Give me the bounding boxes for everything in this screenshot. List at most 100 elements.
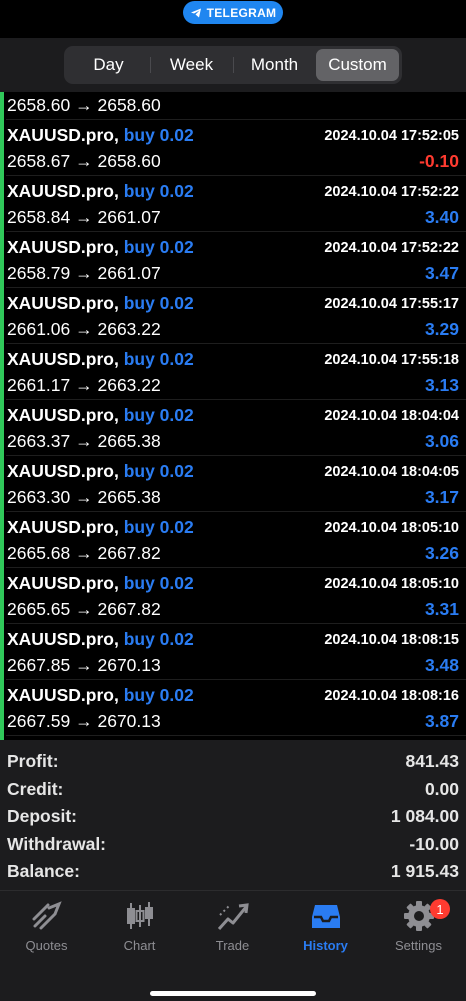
deal-prices: 2658.60 → 2658.60 [7,95,161,115]
tab-label: Trade [215,938,250,953]
home-indicator[interactable] [150,991,316,996]
trade-line-icon [217,903,249,931]
deal-profit: 3.29 [424,319,459,339]
deal-prices: 2667.59 → 2670.13 [7,711,161,731]
deal-symbol-name: XAUUSD.pro, [7,517,119,537]
deal-prices: 2661.06 → 2663.22 [7,319,161,339]
deal-side: buy 0.02 [123,629,194,649]
divider [6,735,466,736]
deal-profit: 3.26 [424,543,459,563]
deal-side: buy 0.02 [123,405,194,425]
list-item[interactable]: XAUUSD.pro, buy 0.02 2024.10.04 17:55:18 2… [0,344,466,400]
total-label: Withdrawal: [7,833,107,854]
deal-symbol-name: XAUUSD.pro, [7,629,119,649]
total-label: Balance: [7,861,80,881]
tab-label: Chart [123,938,156,953]
period-selector-bar: Day Week Month Custom [0,38,466,92]
deal-prices: 2658.84 → 2661.07 [7,207,161,227]
deal-prices: 2667.85 → 2670.13 [7,655,161,675]
deal-time: 2024.10.04 18:08:15 [324,632,459,648]
list-item[interactable]: XAUUSD.pro, buy 0.02 2024.10.04 18:04:04 2… [0,400,466,456]
total-value: -10.00 [409,833,459,854]
list-item[interactable]: XAUUSD.pro, buy 0.02 2024.10.04 17:52:22 2… [0,232,466,288]
deal-symbol: XAUUSD.pro, buy 0.02 [7,181,194,202]
deal-side: buy 0.02 [123,181,194,201]
deals-list[interactable]: 2658.60 → 2658.60 XAUUSD.pro, buy 0.02 20… [0,92,466,740]
deal-symbol: XAUUSD.pro, buy 0.02 [7,461,194,482]
deal-symbol-name: XAUUSD.pro, [7,573,119,593]
deal-time: 2024.10.04 18:05:10 [324,520,459,536]
total-value: 1 915.43 [390,861,459,881]
deal-symbol-name: XAUUSD.pro, [7,349,119,369]
deal-time: 2024.10.04 17:52:05 [324,128,459,144]
deal-time: 2024.10.04 18:08:16 [324,688,459,704]
deal-time: 2024.10.04 18:04:05 [324,464,459,480]
list-item[interactable]: XAUUSD.pro, buy 0.02 2024.10.04 18:05:10 2… [0,568,466,624]
deal-side: buy 0.02 [123,349,194,369]
total-value: 0.00 [424,778,459,799]
total-row: Profit: 841.43 [0,748,466,775]
list-item-partial[interactable]: 2658.60 → 2658.60 [0,92,466,120]
tab-month[interactable]: Month [233,49,316,81]
deal-symbol: XAUUSD.pro, buy 0.02 [7,517,194,538]
deal-symbol-name: XAUUSD.pro, [7,237,119,257]
deal-side: buy 0.02 [123,237,194,257]
deal-symbol: XAUUSD.pro, buy 0.02 [7,349,194,370]
tab-chart[interactable]: Chart [93,895,186,955]
total-value: 1 084.00 [390,806,459,826]
deal-profit: 3.31 [424,599,459,619]
total-row: Balance: 1 915.43 [0,858,466,885]
deal-symbol-name: XAUUSD.pro, [7,405,119,425]
deal-prices: 2663.30 → 2665.38 [7,487,161,507]
deal-profit: 3.17 [424,487,459,507]
tab-day[interactable]: Day [67,49,150,81]
quotes-icon [32,901,62,930]
notification-badge: 1 [430,899,450,919]
deal-profit: 3.48 [424,655,459,675]
deal-symbol: XAUUSD.pro, buy 0.02 [7,573,194,594]
tab-trade[interactable]: Trade [186,895,279,955]
deal-prices: 2661.17 → 2663.22 [7,375,161,395]
tab-week[interactable]: Week [150,49,233,81]
tab-label: Quotes [25,938,68,953]
deal-symbol-name: XAUUSD.pro, [7,685,119,705]
tab-custom[interactable]: Custom [316,49,399,81]
period-selector: Day Week Month Custom [64,46,402,84]
tab-quotes[interactable]: Quotes [0,895,93,955]
total-row: Credit: 0.00 [0,776,466,803]
deal-profit: 3.87 [424,711,459,731]
total-label: Deposit: [7,806,77,826]
list-item[interactable]: XAUUSD.pro, buy 0.02 2024.10.04 17:52:22 2… [0,176,466,232]
total-row: Withdrawal: -10.00 [0,831,466,858]
deal-side: buy 0.02 [123,461,194,481]
total-value: 841.43 [405,751,459,771]
telegram-button[interactable]: TELEGRAM [183,1,283,24]
deal-symbol: XAUUSD.pro, buy 0.02 [7,237,194,258]
deal-side: buy 0.02 [123,125,194,145]
deal-prices: 2665.68 → 2667.82 [7,543,161,563]
list-item[interactable]: XAUUSD.pro, buy 0.02 2024.10.04 18:05:10 2… [0,512,466,568]
tab-label: Settings [395,938,442,953]
deal-time: 2024.10.04 17:52:22 [324,184,459,200]
deal-profit: 3.06 [424,431,459,451]
deal-profit: 3.40 [424,207,459,227]
list-item[interactable]: XAUUSD.pro, buy 0.02 2024.10.04 18:04:05 2… [0,456,466,512]
deal-symbol: XAUUSD.pro, buy 0.02 [7,685,194,706]
list-item[interactable]: XAUUSD.pro, buy 0.02 2024.10.04 17:55:17 2… [0,288,466,344]
tab-settings[interactable]: Settings 1 [372,895,465,955]
deal-side: buy 0.02 [123,685,194,705]
list-item[interactable]: XAUUSD.pro, buy 0.02 2024.10.04 17:52:05 2… [0,120,466,176]
tab-history[interactable]: History [279,895,372,955]
deal-profit: -0.10 [419,151,459,171]
deal-profit: 3.13 [424,375,459,395]
deal-prices: 2658.79 → 2661.07 [7,263,161,283]
list-item[interactable]: XAUUSD.pro, buy 0.02 2024.10.04 18:08:16 2… [0,680,466,736]
deal-time: 2024.10.04 17:55:18 [324,352,459,368]
deal-time: 2024.10.04 17:52:22 [324,240,459,256]
deal-symbol-name: XAUUSD.pro, [7,125,119,145]
total-label: Credit: [7,778,64,799]
deal-profit: 3.47 [424,263,459,283]
history-inbox-icon [311,905,340,928]
list-item[interactable]: XAUUSD.pro, buy 0.02 2024.10.04 18:08:15 2… [0,624,466,680]
deal-prices: 2665.65 → 2667.82 [7,599,161,619]
